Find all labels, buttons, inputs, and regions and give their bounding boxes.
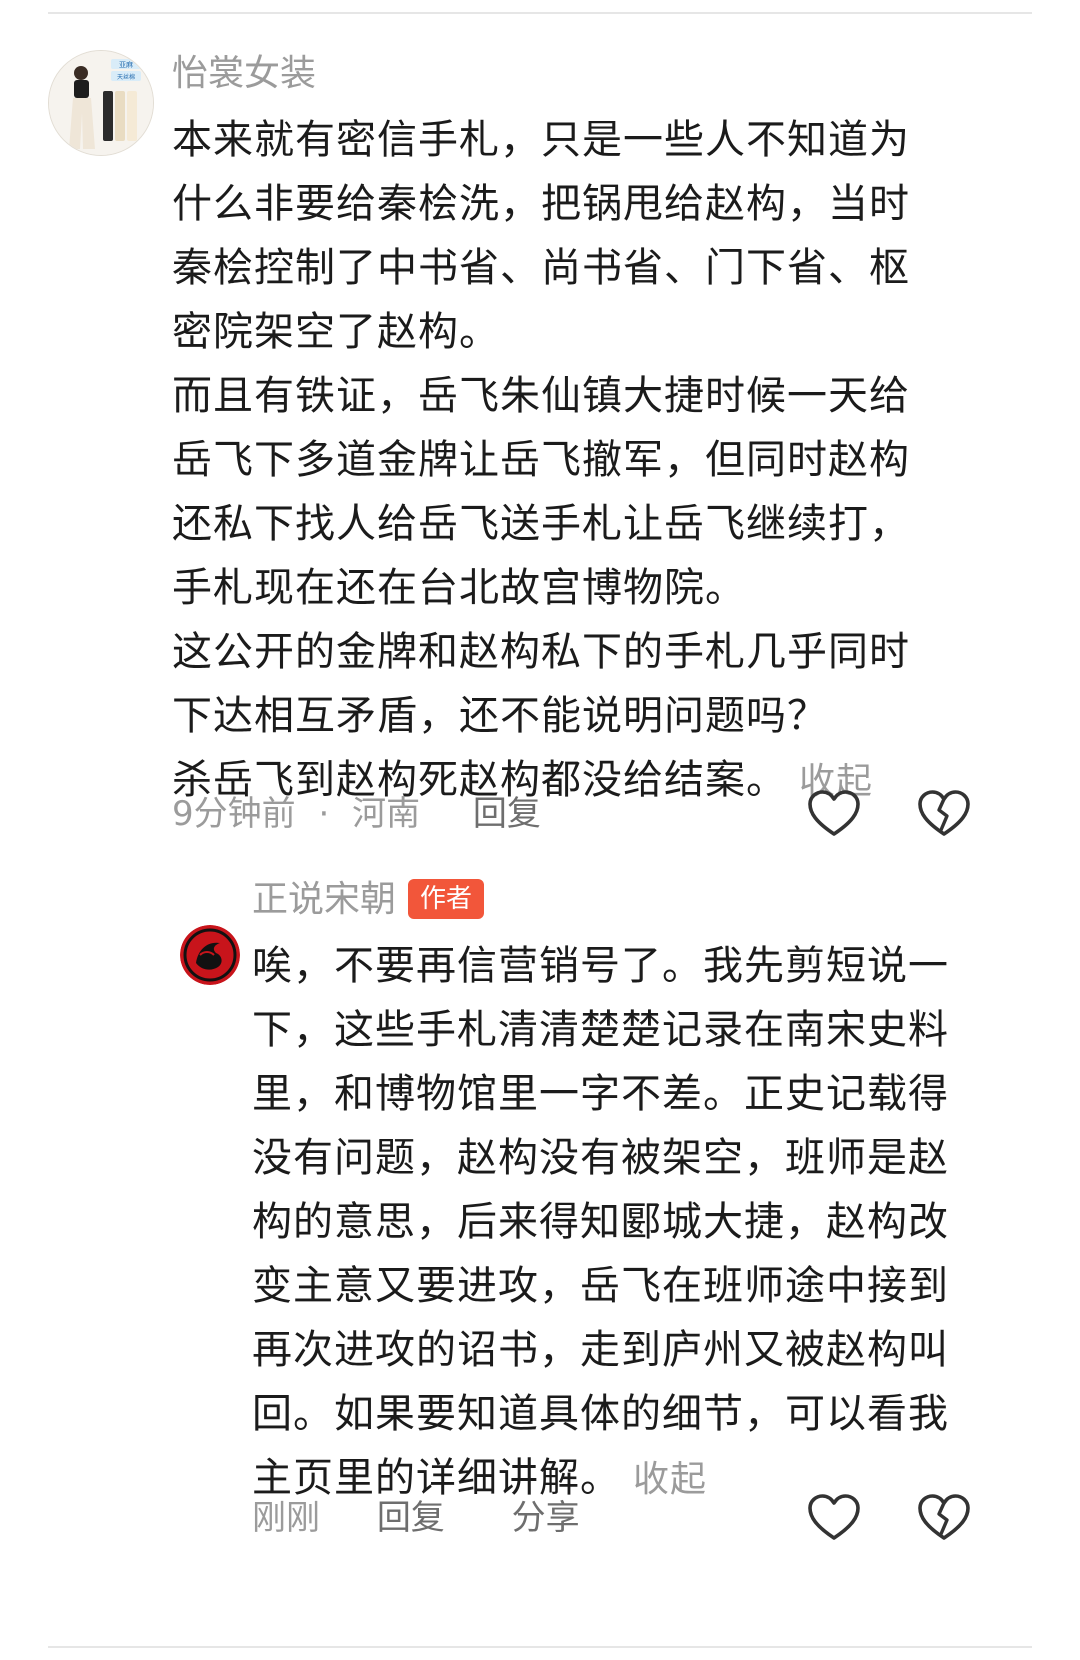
author-avatar-image	[180, 925, 240, 985]
broken-heart-outline-icon	[918, 1494, 970, 1540]
author-avatar[interactable]	[180, 925, 240, 985]
reply-paragraph: 唉，不要再信营销号了。我先剪短说一下，这些手札清清楚楚记录在南宋史料里，和博物馆…	[252, 943, 949, 1501]
comment-like-button[interactable]	[806, 786, 862, 842]
heart-outline-icon	[808, 790, 860, 836]
comment-paragraph: 本来就有密信手札，只是一些人不知道为什么非要给秦桧洗，把锅甩给赵构，当时秦桧控制…	[172, 117, 910, 355]
bottom-divider	[48, 1646, 1032, 1648]
comment-time: 9分钟前	[172, 794, 296, 834]
comment-paragraph: 这公开的金牌和赵构私下的手札几乎同时下达相互矛盾，还不能说明问题吗？	[172, 629, 910, 739]
reply-body: 唉，不要再信营销号了。我先剪短说一下，这些手札清清楚楚记录在南宋史料里，和博物馆…	[252, 934, 976, 1512]
avatar-text-1: 亚麻	[119, 60, 133, 69]
reply-dislike-button[interactable]	[916, 1490, 972, 1546]
comment-meta: 9分钟前 · 河南 回复	[172, 792, 541, 836]
avatar-image: 亚麻 天丝棉	[49, 51, 153, 155]
comment-dislike-button[interactable]	[916, 786, 972, 842]
top-divider	[48, 12, 1032, 14]
comment-username[interactable]: 怡裳女装	[172, 52, 316, 96]
reply-time: 刚刚	[252, 1498, 320, 1538]
broken-heart-outline-icon	[918, 790, 970, 836]
comment-reply-button[interactable]: 回复	[473, 794, 541, 834]
meta-separator: ·	[318, 794, 330, 834]
comment-location: 河南	[352, 794, 421, 834]
reply-like-button[interactable]	[806, 1490, 862, 1546]
author-username[interactable]: 正说宋朝	[252, 878, 396, 922]
reply-reply-button[interactable]: 回复	[377, 1498, 445, 1538]
user-avatar[interactable]: 亚麻 天丝棉	[48, 50, 154, 156]
avatar-text-2: 天丝棉	[117, 73, 135, 81]
author-badge: 作者	[408, 879, 485, 919]
comment-paragraph: 而且有铁证，岳飞朱仙镇大捷时候一天给岳飞下多道金牌让岳飞撤军，但同时赵构还私下找…	[172, 373, 910, 611]
reply-collapse-link[interactable]: 收起	[633, 1459, 707, 1500]
heart-outline-icon	[808, 1494, 860, 1540]
comment-body: 本来就有密信手札，只是一些人不知道为什么非要给秦桧洗，把锅甩给赵构，当时秦桧控制…	[172, 108, 944, 814]
reply-meta: 刚刚 回复 分享	[252, 1496, 580, 1540]
reply-share-button[interactable]: 分享	[512, 1498, 580, 1538]
